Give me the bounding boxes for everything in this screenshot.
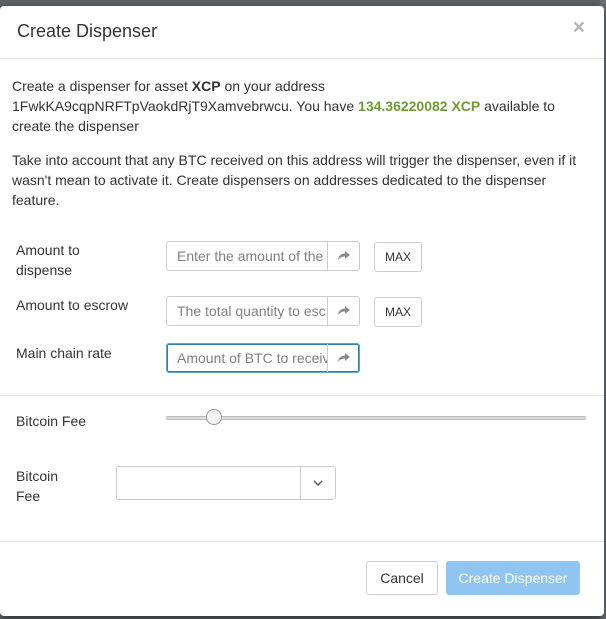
amount-dispense-group	[166, 241, 360, 271]
amount-dispense-input[interactable]	[167, 242, 327, 270]
footer-divider	[0, 541, 604, 542]
dialog-header: Create Dispenser ×	[0, 6, 604, 59]
cancel-button[interactable]: Cancel	[366, 561, 438, 595]
label-line: Bitcoin	[16, 468, 59, 484]
close-icon[interactable]: ×	[573, 17, 585, 38]
intro-text: Create a dispenser for asset XCP on your…	[12, 76, 594, 136]
share-arrow-icon[interactable]	[327, 297, 359, 325]
intro-part: Create a dispenser for asset	[12, 78, 192, 94]
address-text: 1FwkKA9cqpNRFTpVaokdRjT9Xamvebrwcu	[12, 98, 289, 114]
bitcoin-fee-slider-track[interactable]	[166, 416, 586, 420]
bitcoin-fee-select-value	[117, 467, 300, 499]
available-balance: 134.36220082 XCP	[358, 98, 481, 114]
bitcoin-fee-slider-label: Bitcoin Fee	[16, 413, 87, 429]
amount-escrow-label: Amount to escrow	[16, 297, 129, 313]
bitcoin-fee-select[interactable]	[116, 466, 336, 500]
share-arrow-icon[interactable]	[327, 344, 359, 372]
intro-part: . You have	[288, 98, 359, 114]
chevron-down-icon[interactable]	[300, 467, 335, 499]
intro-part: on your address	[220, 78, 325, 94]
max-escrow-button[interactable]: MAX	[374, 297, 422, 327]
amount-escrow-input[interactable]	[167, 297, 327, 325]
label-line: Amount to	[16, 242, 80, 258]
dialog-title: Create Dispenser	[17, 21, 158, 41]
asset-name: XCP	[191, 78, 221, 94]
bitcoin-fee-slider-handle[interactable]	[206, 409, 222, 425]
bitcoin-fee-select-label: Bitcoin Fee	[16, 466, 58, 506]
label-line: dispense	[16, 262, 73, 278]
main-chain-rate-group	[166, 343, 360, 373]
section-divider	[0, 395, 604, 396]
warning-text: Take into account that any BTC received …	[12, 152, 577, 208]
amount-escrow-group	[166, 296, 360, 326]
main-chain-rate-label: Main chain rate	[16, 345, 112, 361]
share-arrow-icon[interactable]	[327, 242, 359, 270]
amount-dispense-label: Amount to dispense	[16, 240, 80, 280]
create-dispenser-button[interactable]: Create Dispenser	[446, 561, 580, 595]
label-line: Fee	[16, 488, 41, 504]
main-chain-rate-input[interactable]	[167, 344, 327, 372]
max-dispense-button[interactable]: MAX	[374, 242, 422, 272]
create-dispenser-dialog: Create Dispenser × Create a dispenser fo…	[0, 6, 604, 616]
